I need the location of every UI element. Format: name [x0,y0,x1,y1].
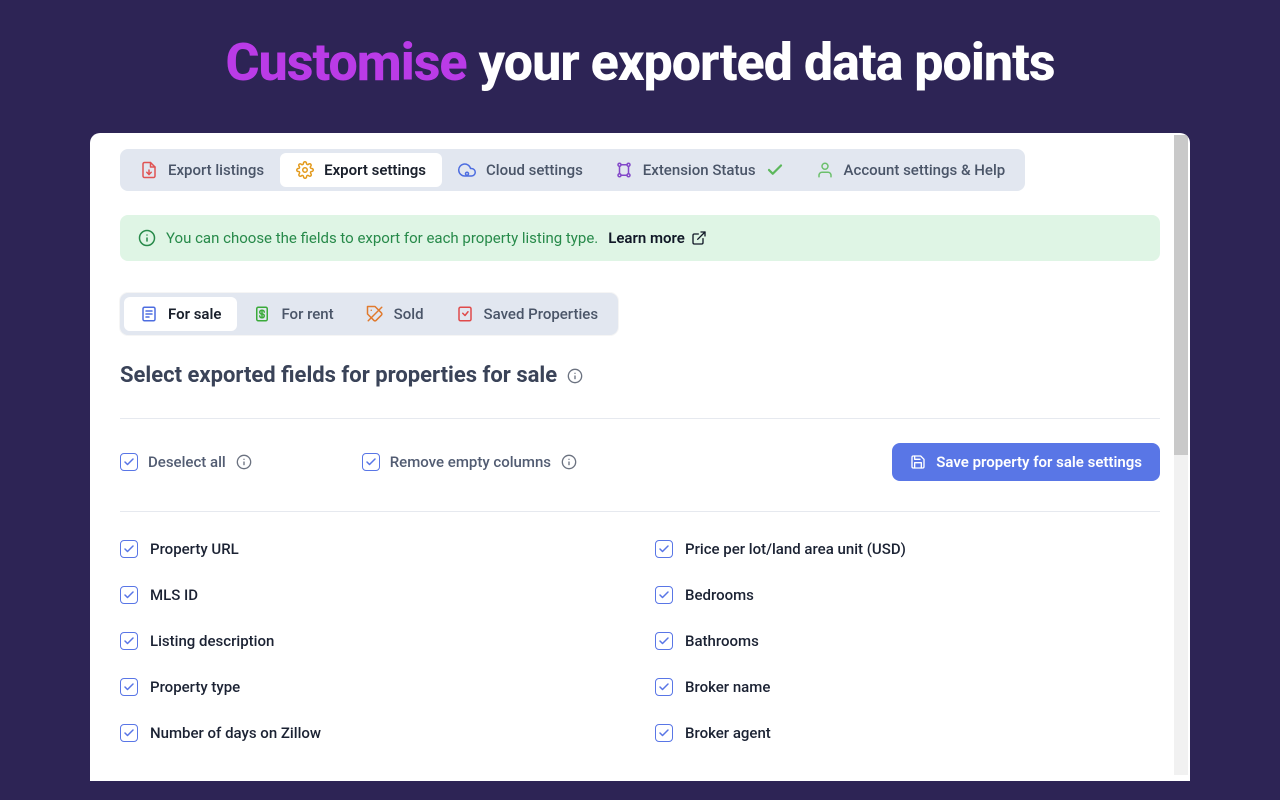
field-checkbox[interactable] [120,632,138,650]
tab-export-listings[interactable]: Export listings [124,153,280,187]
field-label: Property type [150,678,240,696]
deselect-all-option[interactable]: Deselect all [120,453,252,471]
field-label: MLS ID [150,586,198,604]
tab-account-settings-help-label: Account settings & Help [844,161,1006,179]
info-icon [138,229,156,247]
field-bathrooms[interactable]: Bathrooms [655,632,1160,650]
field-label: Broker name [685,678,770,696]
tab-for-sale[interactable]: For sale [124,297,237,331]
top-tabs: Export listings Export settings Cloud se… [120,149,1025,191]
save-settings-button[interactable]: Save property for sale settings [892,443,1160,481]
field-label: Property URL [150,540,239,558]
deselect-all-info-icon[interactable] [236,454,252,470]
property-type-tabs: For sale For rent Sold Saved Properties [120,293,618,335]
section-info-icon[interactable] [567,368,583,384]
separator-2 [120,511,1160,512]
field-days-on-zillow[interactable]: Number of days on Zillow [120,724,625,742]
field-price-per-lot[interactable]: Price per lot/land area unit (USD) [655,540,1160,558]
learn-more-link[interactable]: Learn more [608,229,707,247]
field-label: Bedrooms [685,586,754,604]
tab-cloud-settings-label: Cloud settings [486,161,583,179]
remove-empty-label: Remove empty columns [390,453,551,471]
tab-for-rent-label: For rent [281,305,333,323]
field-checkbox[interactable] [655,586,673,604]
field-property-url[interactable]: Property URL [120,540,625,558]
learn-more-label: Learn more [608,229,685,247]
field-label: Listing description [150,632,274,650]
deselect-all-checkbox[interactable] [120,453,138,471]
tab-for-sale-label: For sale [168,305,221,323]
sold-icon [366,305,384,323]
field-checkbox[interactable] [120,540,138,558]
remove-empty-option[interactable]: Remove empty columns [362,453,577,471]
for-sale-icon [140,305,158,323]
account-icon [816,161,834,179]
remove-empty-info-icon[interactable] [561,454,577,470]
section-title: Select exported fields for properties fo… [120,363,1160,388]
scrollbar-thumb[interactable] [1174,135,1188,455]
tab-extension-status[interactable]: Extension Status [599,153,800,187]
field-checkbox[interactable] [655,632,673,650]
saved-icon [456,305,474,323]
info-banner: You can choose the fields to export for … [120,215,1160,261]
tab-export-settings-label: Export settings [324,161,426,179]
cloud-settings-icon [458,161,476,179]
field-checkbox[interactable] [120,586,138,604]
tab-sold[interactable]: Sold [350,297,440,331]
hero-rest: your exported data points [467,32,1055,93]
field-label: Number of days on Zillow [150,724,321,742]
tab-export-listings-label: Export listings [168,161,264,179]
field-property-type[interactable]: Property type [120,678,625,696]
field-checkbox[interactable] [120,724,138,742]
tab-saved-properties[interactable]: Saved Properties [440,297,615,331]
field-checkbox[interactable] [655,540,673,558]
fields-grid: Property URL MLS ID Listing description … [120,540,1160,742]
tab-saved-label: Saved Properties [484,305,599,323]
field-label: Broker agent [685,724,771,742]
field-checkbox[interactable] [120,678,138,696]
hero-accent: Customise [225,32,466,93]
field-listing-description[interactable]: Listing description [120,632,625,650]
remove-empty-checkbox[interactable] [362,453,380,471]
field-bedrooms[interactable]: Bedrooms [655,586,1160,604]
external-link-icon [691,230,707,246]
save-icon [910,454,926,470]
field-checkbox[interactable] [655,724,673,742]
save-settings-label: Save property for sale settings [936,453,1142,471]
separator [120,418,1160,419]
controls-row: Deselect all Remove empty columns [120,443,1160,481]
tab-account-settings-help[interactable]: Account settings & Help [800,153,1022,187]
tab-for-rent[interactable]: For rent [237,297,349,331]
extension-status-icon [615,161,633,179]
export-settings-icon [296,161,314,179]
field-label: Price per lot/land area unit (USD) [685,540,906,558]
fields-right-column: Price per lot/land area unit (USD) Bedro… [655,540,1160,742]
settings-panel: Export listings Export settings Cloud se… [90,133,1190,781]
fields-left-column: Property URL MLS ID Listing description … [120,540,625,742]
field-checkbox[interactable] [655,678,673,696]
tab-extension-status-label: Extension Status [643,161,756,179]
tab-cloud-settings[interactable]: Cloud settings [442,153,599,187]
info-banner-text: You can choose the fields to export for … [166,229,598,247]
section-title-text: Select exported fields for properties fo… [120,363,557,388]
status-ok-icon [766,161,784,179]
field-label: Bathrooms [685,632,759,650]
hero-heading: Customise your exported data points [0,0,1280,133]
field-mls-id[interactable]: MLS ID [120,586,625,604]
tab-sold-label: Sold [394,305,424,323]
field-broker-agent[interactable]: Broker agent [655,724,1160,742]
deselect-all-label: Deselect all [148,453,226,471]
tab-export-settings[interactable]: Export settings [280,153,442,187]
export-listings-icon [140,161,158,179]
for-rent-icon [253,305,271,323]
field-broker-name[interactable]: Broker name [655,678,1160,696]
